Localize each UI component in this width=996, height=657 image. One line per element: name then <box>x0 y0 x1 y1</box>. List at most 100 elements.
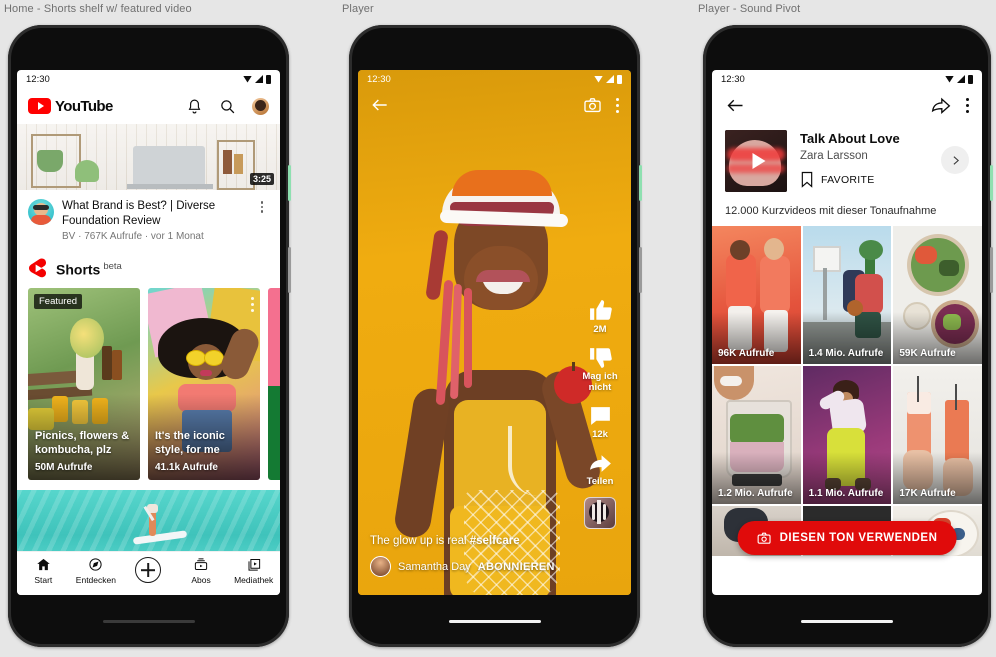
phone-mockup-sound-pivot: 12:30 Talk About Love Zara Larsson FAVOR… <box>703 25 993 647</box>
favorite-button[interactable]: FAVORITE <box>800 171 928 188</box>
status-icons <box>594 74 622 84</box>
phone-mockup-home: 12:30 YouTube 3:25 What Brand is Best? |… <box>8 25 291 647</box>
use-sound-button[interactable]: DIESEN TON VERWENDEN <box>737 521 957 555</box>
volume-button[interactable] <box>639 247 642 293</box>
battery-icon <box>266 74 271 84</box>
shorts-shelf[interactable]: Featured Picnics, flowers & kombucha, pl… <box>17 288 280 481</box>
youtube-logo[interactable]: YouTube <box>28 98 113 115</box>
channel-name[interactable]: Samantha Day <box>398 561 471 573</box>
search-icon[interactable] <box>219 98 236 115</box>
nav-item-create[interactable] <box>123 557 173 583</box>
featured-badge: Featured <box>34 294 83 310</box>
sound-page-topbar <box>712 88 982 122</box>
wifi-icon <box>243 75 252 83</box>
bottom-navigation: Start Entdecken Abos Mediathek <box>17 551 280 595</box>
overflow-menu-icon[interactable] <box>255 199 269 213</box>
like-count: 2M <box>593 324 607 336</box>
status-bar: 12:30 <box>358 70 631 88</box>
nav-item-start[interactable]: Start <box>18 557 68 585</box>
channel-avatar[interactable] <box>370 556 391 577</box>
wifi-icon <box>594 75 603 83</box>
video-list-item[interactable]: What Brand is Best? | Diverse Foundation… <box>17 190 280 252</box>
dislike-label: Mag ich nicht <box>582 371 618 394</box>
channel-row[interactable]: Samantha Day ABONNIEREN <box>370 556 569 577</box>
bell-icon[interactable] <box>186 98 203 115</box>
shorts-card[interactable] <box>268 288 280 481</box>
shorts-icon <box>28 258 47 280</box>
shorts-card-views: 50M Aufrufe <box>35 462 93 474</box>
shorts-card-dots <box>251 297 254 313</box>
appbar-actions <box>186 97 269 115</box>
power-button[interactable] <box>990 165 993 201</box>
dislike-button[interactable]: Mag ich nicht <box>576 345 624 394</box>
youtube-wordmark: YouTube <box>55 97 113 115</box>
sound-hero: Talk About Love Zara Larsson FAVORITE <box>712 122 982 192</box>
nav-label: Entdecken <box>75 575 116 585</box>
sound-info: Talk About Love Zara Larsson FAVORITE <box>800 130 928 188</box>
overflow-menu-icon[interactable] <box>966 97 969 113</box>
use-sound-label: DIESEN TON VERWENDEN <box>779 532 938 544</box>
shorts-grid[interactable]: 96K Aufrufe 1.4 Mio. Aufrufe 59K Aufrufe… <box>712 226 982 556</box>
volume-button[interactable] <box>288 247 291 293</box>
phone2-screen[interactable]: 12:30 2M Mag ich nicht 12k Teilen The gl… <box>358 70 631 595</box>
share-icon[interactable] <box>931 95 951 115</box>
next-button[interactable] <box>941 146 969 174</box>
home-feed[interactable]: YouTube 3:25 What Brand is Best? | Diver… <box>17 88 280 551</box>
nav-item-abos[interactable]: Abos <box>176 557 226 585</box>
channel-avatar[interactable] <box>28 199 54 225</box>
shorts-card[interactable]: Featured Picnics, flowers & kombucha, pl… <box>28 288 140 481</box>
grid-item[interactable]: 1.1 Mio. Aufrufe <box>802 366 892 504</box>
shorts-card-title: It's the iconic style, for me <box>155 429 225 456</box>
favorite-label: FAVORITE <box>821 173 875 186</box>
grid-item[interactable]: 1.4 Mio. Aufrufe <box>802 226 892 364</box>
grid-views: 1.2 Mio. Aufrufe <box>718 488 793 499</box>
nav-label: Abos <box>191 575 211 585</box>
sound-disc-icon[interactable] <box>584 497 616 529</box>
back-arrow-icon[interactable] <box>725 95 746 116</box>
share-label: Teilen <box>586 476 614 488</box>
like-button[interactable]: 2M <box>588 298 613 336</box>
phone3-screen[interactable]: 12:30 Talk About Love Zara Larsson FAVOR… <box>712 70 982 595</box>
video-title: What Brand is Best? | Diverse Foundation… <box>62 200 216 227</box>
sound-artwork[interactable] <box>725 130 787 192</box>
home-indicator <box>102 620 195 623</box>
overflow-menu-icon[interactable] <box>616 97 619 113</box>
comments-button[interactable]: 12k <box>588 403 613 441</box>
power-button[interactable] <box>639 165 642 201</box>
play-icon <box>752 153 766 169</box>
subscribe-button[interactable]: ABONNIEREN <box>478 561 555 573</box>
phone1-screen: 12:30 YouTube 3:25 What Brand is Best? |… <box>17 70 280 595</box>
avatar[interactable] <box>252 97 269 115</box>
nav-item-mediathek[interactable]: Mediathek <box>229 557 279 585</box>
status-bar: 12:30 <box>17 70 280 88</box>
caption-player: Player <box>342 3 374 15</box>
video-duration-badge: 3:25 <box>249 173 274 185</box>
caption-hashtag[interactable]: #selfcare <box>470 535 520 547</box>
camera-icon[interactable] <box>583 96 602 115</box>
back-arrow-icon[interactable] <box>370 95 390 115</box>
video-meta: BV · 767K Aufrufe · vor 1 Monat <box>62 231 204 243</box>
grid-item[interactable]: 17K Aufrufe <box>893 366 982 504</box>
featured-video-thumbnail[interactable]: 3:25 <box>17 124 280 190</box>
status-time: 12:30 <box>721 73 745 85</box>
grid-views: 17K Aufrufe <box>899 488 956 499</box>
volume-button[interactable] <box>990 247 993 293</box>
shorts-count-label: 12.000 Kurzvideos mit dieser Tonaufnahme <box>725 205 937 217</box>
feed-video-thumbnail[interactable] <box>17 490 280 551</box>
power-button[interactable] <box>288 165 291 201</box>
bookmark-icon <box>801 171 813 188</box>
grid-item[interactable]: 96K Aufrufe <box>712 226 801 364</box>
shorts-shelf-header: Shorts beta <box>17 252 280 288</box>
comment-count: 12k <box>592 429 608 441</box>
signal-icon <box>255 75 263 83</box>
grid-item[interactable]: 59K Aufrufe <box>893 226 982 364</box>
share-button[interactable]: Teilen <box>586 450 614 488</box>
chevron-right-icon <box>953 155 959 165</box>
grid-views: 1.1 Mio. Aufrufe <box>808 488 884 499</box>
home-indicator <box>448 620 541 623</box>
nav-label: Mediathek <box>234 575 274 585</box>
nav-item-entdecken[interactable]: Entdecken <box>71 557 121 585</box>
library-icon <box>248 559 260 571</box>
shorts-card[interactable]: It's the iconic style, for me 41.1k Aufr… <box>148 288 260 481</box>
grid-item[interactable]: 1.2 Mio. Aufrufe <box>712 366 801 504</box>
